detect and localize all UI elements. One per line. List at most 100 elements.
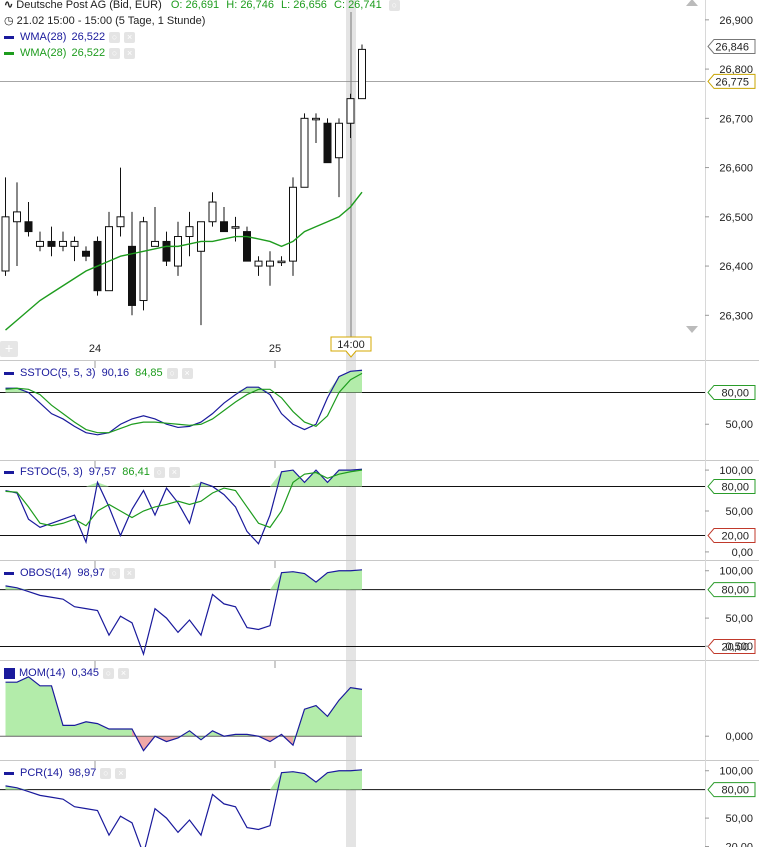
add-panel-glyph: + [5, 340, 13, 356]
legend-obos: OBOS(14) 98,97 ○ × [4, 566, 135, 580]
x-tick-label: 25 [269, 343, 281, 355]
legend-swatch [4, 35, 14, 39]
legend-label: MOM(14) [19, 667, 66, 679]
settings-icon[interactable]: ○ [109, 31, 121, 43]
y-tick-label: 0,500 [725, 641, 753, 653]
y-tick-label: 50,00 [725, 813, 753, 825]
y-tick-label: 50,00 [725, 419, 753, 431]
candle-body [1, 216, 10, 272]
settings-icon[interactable]: ○ [108, 567, 120, 579]
y-tick-label: 26,400 [719, 261, 753, 273]
price-marker-label: 26,846 [715, 41, 749, 53]
y-tick-label: 26,300 [719, 310, 753, 322]
overbought-fill [281, 470, 293, 487]
ohlc-header: ∿ Deutsche Post AG (Bid, EUR) O: 26,691 … [4, 0, 400, 12]
candle-body [289, 186, 297, 262]
candle-body [231, 226, 240, 229]
close-icon[interactable]: × [124, 31, 136, 43]
y-tick-label: 0,000 [725, 731, 753, 743]
y-tick-label: 100,00 [719, 766, 753, 778]
close-icon[interactable]: × [115, 767, 127, 779]
y-tick-label: 50,00 [725, 613, 753, 625]
legend-sstoc: SSTOC(5, 5, 3) 90,16 84,85 ○ × [4, 366, 193, 380]
legend-swatch [4, 371, 14, 375]
momentum-area [5, 682, 17, 737]
overbought-fill [304, 773, 316, 790]
low-label: L: [281, 0, 291, 11]
price-marker-label: 26,775 [715, 76, 749, 88]
scroll-up-icon[interactable] [686, 0, 698, 6]
y-tick-label: 26,700 [719, 113, 753, 125]
candle-body [47, 240, 56, 247]
candle-body [335, 122, 343, 159]
level-marker-label: 80,00 [721, 785, 749, 797]
overbought-fill [350, 370, 362, 393]
open-value: 26,691 [185, 0, 220, 11]
candle-body [358, 48, 366, 100]
settings-icon[interactable]: ○ [166, 367, 178, 379]
candle-body [128, 245, 136, 306]
candle-body [162, 240, 171, 262]
candle-body [277, 260, 286, 264]
high-value: 26,746 [240, 0, 274, 11]
legend-swatch [4, 771, 14, 775]
candle-body [59, 240, 67, 247]
close-icon[interactable]: × [124, 47, 136, 59]
momentum-area [17, 676, 29, 737]
settings-icon[interactable]: ○ [109, 47, 121, 59]
close-icon[interactable]: × [117, 667, 129, 679]
momentum-area [327, 700, 339, 737]
legend-swatch [4, 571, 14, 575]
candle-body [185, 226, 194, 238]
candle-body [24, 221, 33, 233]
momentum-area [97, 723, 109, 737]
legend-pcr: PCR(14) 98,97 ○ × [4, 766, 127, 780]
legend-value: 98,97 [77, 567, 105, 579]
overbought-fill [327, 770, 339, 790]
overbought-fill [86, 482, 98, 487]
legend-value: 98,97 [68, 767, 97, 779]
high-label: H: [226, 0, 238, 11]
legend-swatch [4, 667, 15, 679]
settings-icon[interactable]: ○ [153, 466, 165, 478]
y-tick-label: 50,00 [725, 506, 753, 518]
candle-body [312, 117, 320, 121]
overbought-fill [304, 573, 316, 590]
legend-label: PCR(14) [20, 767, 63, 779]
legend-wma-blue: WMA(28) 26,522 ○ × [4, 30, 136, 44]
open-label: O: [170, 0, 183, 11]
wma-line [5, 191, 363, 331]
overbought-fill [293, 771, 305, 790]
settings-icon[interactable]: ○ [100, 767, 112, 779]
period-row: ◷ 21.02 15:00 - 15:00 (5 Tage, 1 Stunde) [4, 14, 205, 28]
close-label: C: [334, 0, 345, 11]
overbought-fill [350, 769, 362, 790]
legend-swatch [4, 470, 14, 474]
legend-value: 0,345 [71, 667, 99, 679]
candle-body [36, 240, 44, 247]
y-tick-label: 26,500 [719, 212, 753, 224]
close-icon[interactable]: × [168, 466, 180, 478]
momentum-area [109, 729, 121, 737]
legend-value: 90,16 [101, 367, 130, 379]
candle-body [197, 221, 205, 252]
level-marker-label: 80,00 [721, 585, 749, 597]
low-value: 26,656 [293, 0, 327, 11]
momentum-area [120, 729, 132, 737]
period-label: 21.02 15:00 - 15:00 (5 Tage, 1 Stunde) [16, 15, 206, 27]
y-tick-label: 20,00 [725, 842, 753, 847]
y-tick-label: 26,600 [719, 163, 753, 175]
legend-value: 97,57 [88, 466, 117, 478]
close-icon[interactable]: × [181, 367, 193, 379]
candle-body [139, 221, 148, 302]
scroll-down-icon[interactable] [686, 326, 698, 333]
settings-icon[interactable]: ○ [102, 667, 114, 679]
chart-type-icon[interactable]: ∿ [4, 0, 13, 11]
momentum-area [350, 687, 362, 737]
close-icon[interactable]: × [123, 567, 135, 579]
settings-icon[interactable]: ○ [388, 0, 400, 11]
candle-body [13, 211, 21, 223]
legend-label: WMA(28) [20, 31, 67, 43]
chart-canvas[interactable]: 26,90026,80026,70026,60026,50026,40026,3… [0, 0, 759, 847]
legend-label: OBOS(14) [20, 567, 72, 579]
